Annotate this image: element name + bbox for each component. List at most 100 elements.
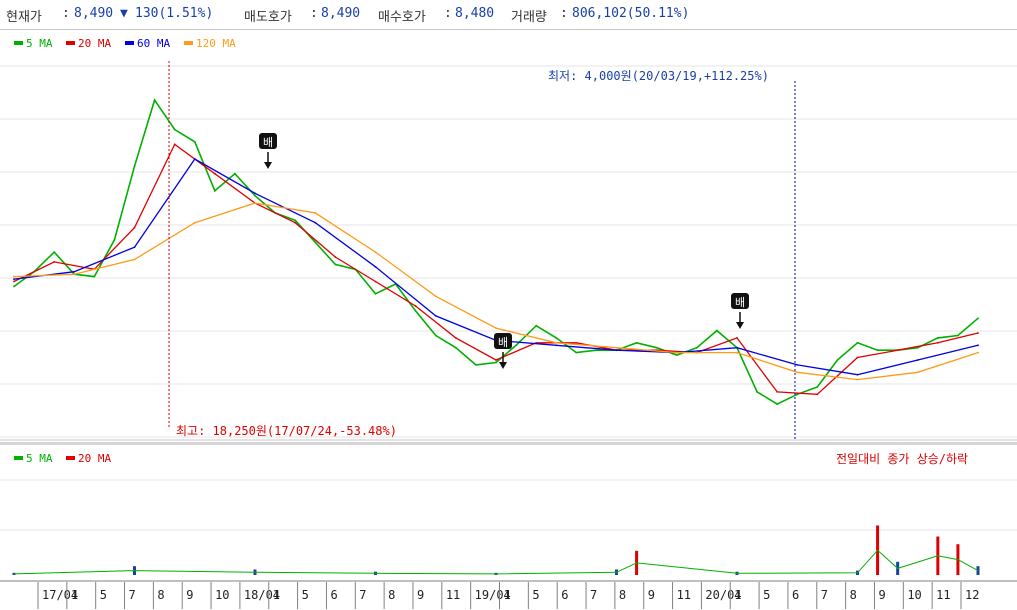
data-point: [414, 305, 417, 307]
x-tick-label: 9: [878, 588, 885, 602]
data-point: [334, 263, 337, 266]
volume-legend: 5 MA 20 MA: [14, 452, 111, 465]
change-value: 130(1.51%): [135, 6, 214, 21]
volume-bars: [12, 525, 980, 575]
legend-swatch: [66, 41, 75, 45]
legend-label: 5 MA: [26, 452, 53, 465]
data-point: [53, 261, 56, 263]
x-tick-label: 8: [619, 588, 626, 602]
x-tick-label: 5: [100, 588, 107, 602]
x-tick-label: 12: [965, 588, 979, 602]
data-point: [314, 221, 317, 224]
data-point: [254, 194, 256, 197]
markers: 배배배: [259, 133, 749, 369]
legend-label: 20 MA: [78, 37, 111, 50]
data-point: [374, 280, 377, 283]
x-axis: 17/014 5 7 8 9 10 18/014 5 6 7 8 9 11 19/014 5 6 7 8 9 11 20…: [0, 580, 1017, 610]
data-point: [816, 393, 819, 396]
data-point: [655, 346, 658, 349]
colon: :: [560, 6, 568, 21]
marker-label: 배: [498, 336, 508, 349]
data-point: [193, 221, 196, 224]
low-annotation: 최저: 4,000원(20/03/19,+112.25%): [548, 69, 769, 83]
data-point: [856, 378, 859, 381]
data-point: [53, 251, 56, 254]
data-point: [133, 226, 136, 229]
current-price-value: 8,490: [74, 6, 114, 21]
x-tick-label: 6: [330, 588, 337, 602]
x-tick-label: 4: [273, 588, 280, 602]
colon: :: [62, 6, 70, 21]
data-point: [374, 292, 377, 295]
x-tick-label: 9: [417, 588, 424, 602]
data-point: [334, 256, 337, 258]
x-tick-label: 9: [648, 588, 655, 602]
colon: :: [310, 6, 318, 21]
data-point: [434, 334, 437, 337]
data-point: [977, 344, 979, 347]
down-arrow-icon: [499, 362, 507, 369]
data-point: [595, 349, 598, 352]
info-bar: 현재가: 8,490 ▼ 130(1.51%) 매도호가: 8,490 매수호가…: [0, 0, 1017, 30]
signal-marker: 배: [731, 293, 749, 329]
data-point: [314, 241, 317, 244]
x-tick-label: 9: [186, 588, 193, 602]
data-point: [736, 346, 738, 349]
marker-label: 배: [735, 296, 745, 309]
high-annotation: 최고: 18,250원(17/07/24,-53.48%): [176, 424, 397, 438]
x-tick-label: 7: [590, 588, 597, 602]
data-point: [153, 99, 156, 102]
data-point: [314, 212, 317, 214]
volume-label: 거래량: [511, 10, 547, 25]
data-point: [475, 364, 477, 366]
x-tick-label: 11: [677, 588, 691, 602]
data-point: [13, 275, 15, 278]
volume-chart[interactable]: 5 MA 20 MA 전일대비 종가 상승/하락: [0, 445, 1017, 578]
data-point: [213, 189, 216, 192]
x-tick-label: 7: [821, 588, 828, 602]
volume-value: 806,102(50.11%): [572, 6, 690, 21]
bid-price-value: 8,480: [455, 6, 495, 21]
price-legend: 5 MA 20 MA 60 MA 120 MA: [14, 37, 236, 50]
data-point: [615, 346, 618, 349]
x-tick-label: 5: [532, 588, 539, 602]
x-tick-label: 11: [446, 588, 460, 602]
data-point: [856, 373, 859, 376]
down-arrow-icon: [736, 322, 744, 329]
data-point: [977, 317, 979, 320]
colon: :: [444, 6, 452, 21]
data-point: [675, 354, 678, 356]
data-point: [736, 351, 738, 354]
x-tick-label: 8: [850, 588, 857, 602]
x-tick-label: 5: [763, 588, 770, 602]
series-line-5-ma: [13, 98, 979, 406]
data-point: [13, 278, 15, 280]
data-point: [555, 344, 558, 347]
x-tick-label: 8: [388, 588, 395, 602]
x-tick-label: 4: [734, 588, 741, 602]
data-point: [193, 158, 196, 160]
data-point: [133, 246, 136, 249]
price-ma-lines: [13, 98, 979, 406]
data-point: [13, 285, 15, 288]
legend-swatch: [14, 456, 23, 460]
data-point: [414, 310, 417, 312]
current-price-label: 현재가: [6, 10, 42, 25]
data-point: [555, 337, 558, 339]
data-point: [454, 337, 457, 339]
x-tick-label: 6: [561, 588, 568, 602]
series-line-120-ma: [13, 202, 979, 381]
data-point: [575, 341, 578, 344]
x-tick-label: 6: [792, 588, 799, 602]
legend-label: 20 MA: [78, 452, 111, 465]
data-point: [495, 327, 497, 330]
price-chart[interactable]: 5 MA 20 MA 60 MA 120 MA 최고: 18,250원(17/07/2…: [0, 31, 1017, 441]
x-tick-label: 10: [907, 588, 921, 602]
data-point: [977, 351, 979, 354]
data-point: [876, 349, 879, 352]
ask-price-label: 매도호가: [244, 10, 292, 25]
data-point: [173, 128, 176, 131]
x-tick-label: 7: [359, 588, 366, 602]
legend-swatch: [66, 456, 75, 460]
data-point: [635, 341, 638, 344]
